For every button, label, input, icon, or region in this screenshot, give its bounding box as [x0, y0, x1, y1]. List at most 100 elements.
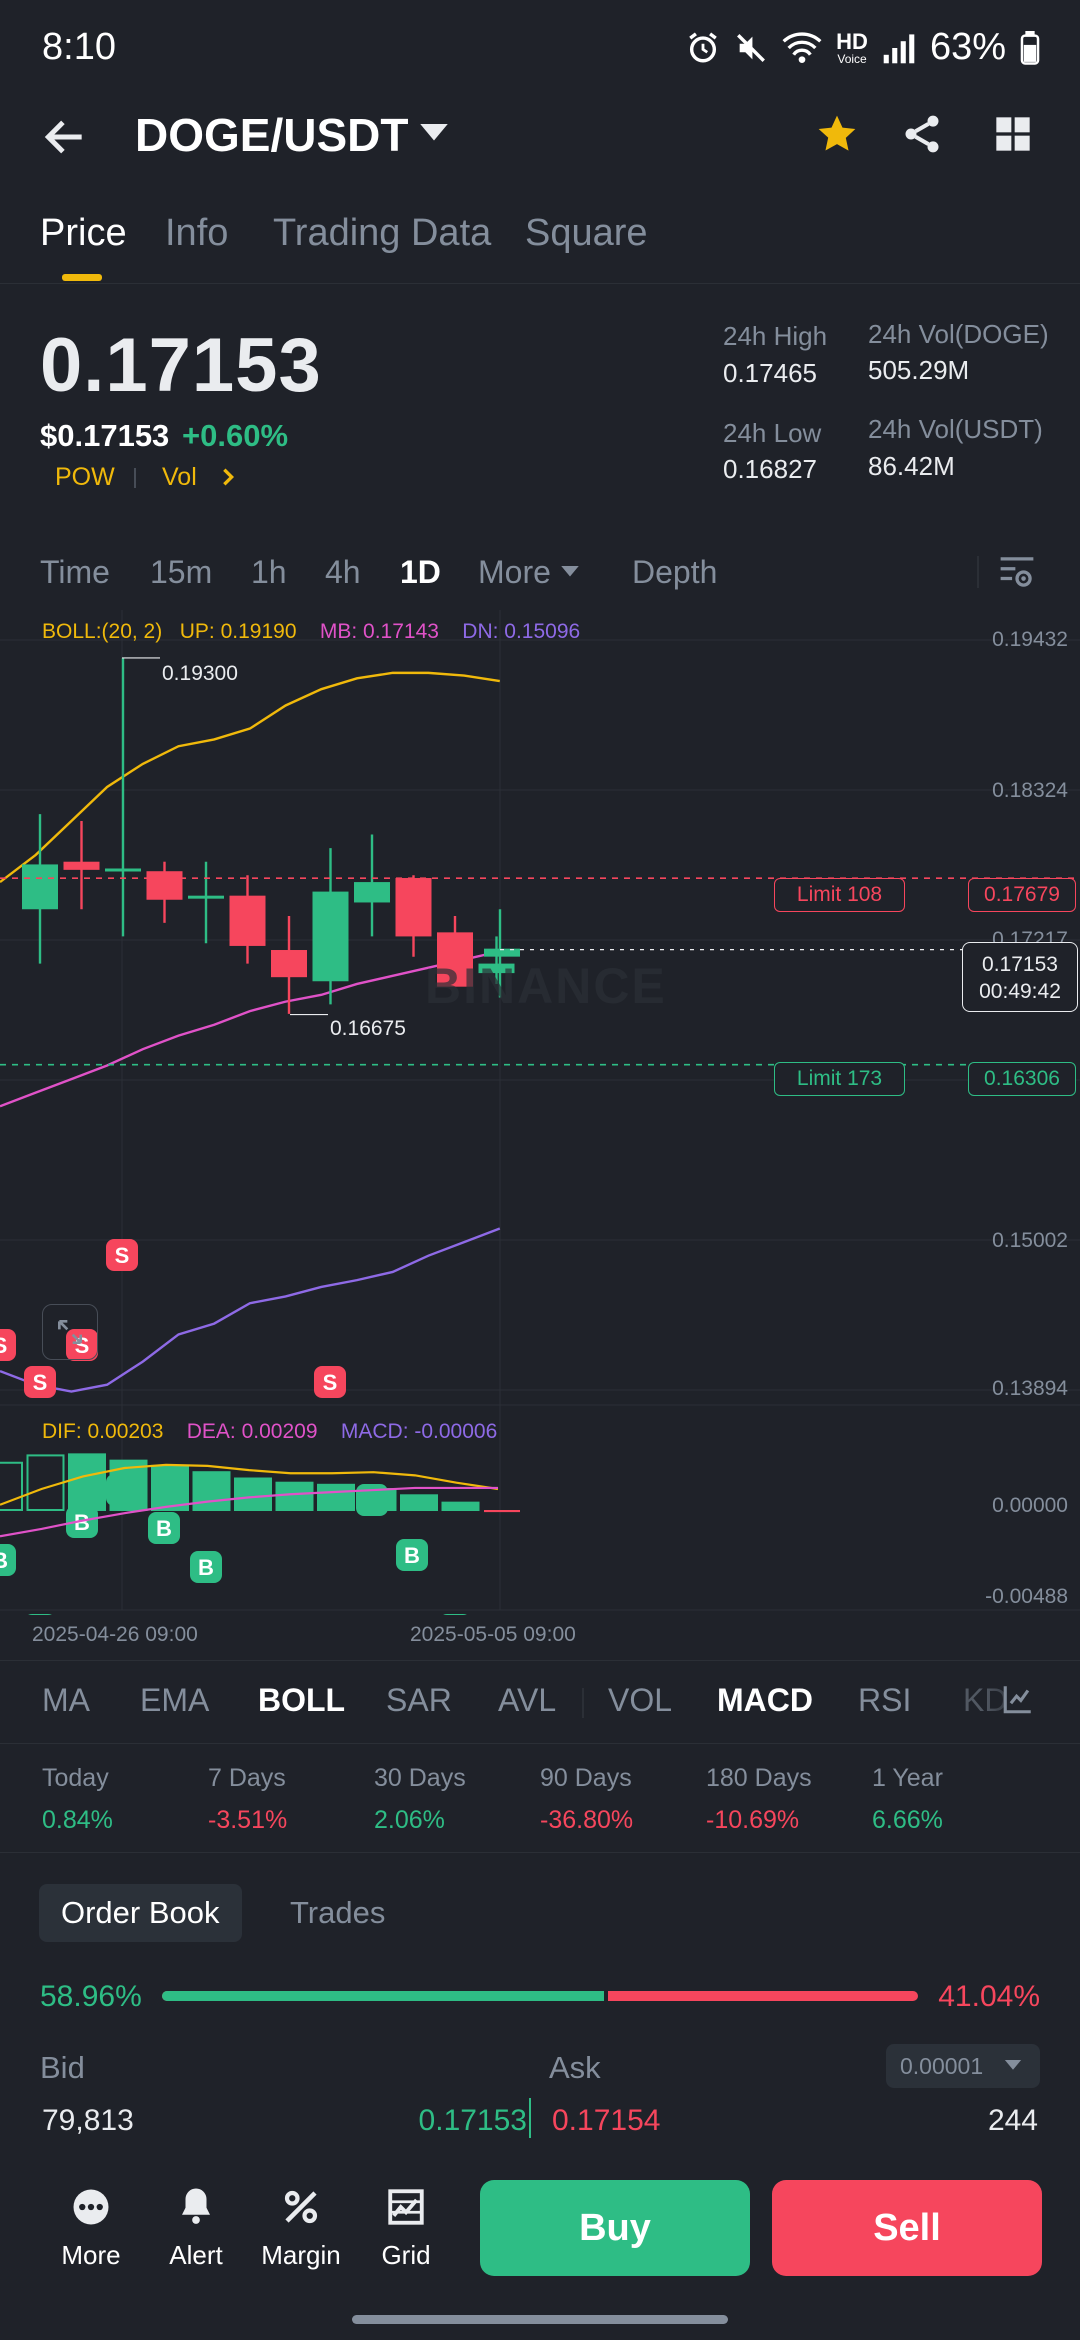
alert-bell-icon[interactable] [175, 2184, 217, 2228]
more-dropdown-icon[interactable] [561, 566, 579, 580]
bid-depth-bar [529, 2098, 531, 2138]
interval-1h[interactable]: 1h [251, 554, 287, 591]
pair-dropdown-icon[interactable] [420, 124, 448, 146]
share-icon[interactable] [900, 112, 944, 156]
boll-mb: MB: 0.17143 [319, 620, 439, 643]
active-tab-indicator [62, 274, 102, 281]
battery-icon [1020, 30, 1040, 65]
buy-marker-2-label: B [156, 1516, 172, 1541]
indicator-rsi[interactable]: RSI [858, 1682, 911, 1719]
candle-body [22, 864, 58, 910]
indicator-macd[interactable]: MACD [717, 1682, 813, 1719]
binance-watermark: BINANCE [425, 958, 667, 1014]
candle-body [312, 891, 349, 982]
macd-bar [275, 1481, 314, 1512]
x-tick-2: 2025-05-05 09:00 [410, 1623, 576, 1646]
limit-buy-order[interactable]: Limit 173 [774, 1062, 905, 1096]
interval-1d[interactable]: 1D [400, 554, 441, 591]
indicator-ma[interactable]: MA [42, 1682, 90, 1719]
macd-bar [68, 1453, 106, 1511]
indicator-boll[interactable]: BOLL [258, 1682, 345, 1719]
stat-vol-quote-label: 24h Vol(USDT) [868, 414, 1043, 444]
macd-tick-0: 0.00000 [992, 1494, 1068, 1517]
interval-4h[interactable]: 4h [325, 554, 361, 591]
tab-order-book[interactable]: Order Book [39, 1884, 242, 1942]
ask-header: Ask [549, 2050, 601, 2085]
tag-divider [134, 468, 136, 488]
status-bar: 8:10 HD Voice 63% [0, 0, 1080, 100]
macd-bar [317, 1483, 355, 1511]
limit-sell-order[interactable]: Limit 108 [774, 878, 905, 912]
bid-header: Bid [40, 2050, 85, 2085]
perf-1y-value: 6.66% [872, 1806, 943, 1834]
tab-trading-data[interactable]: Trading Data [273, 212, 491, 255]
ask-price[interactable]: 0.17154 [552, 2104, 660, 2138]
nav-more[interactable]: More [36, 2240, 146, 2271]
interval-more[interactable]: More [478, 554, 551, 591]
last-price: 0.17153 [40, 323, 322, 408]
nav-margin[interactable]: Margin [246, 2240, 356, 2271]
boll-line-up [0, 671, 500, 884]
expand-chart-button[interactable] [42, 1304, 98, 1360]
bid-ask-ratio-bar [162, 1991, 918, 2001]
bid-ratio: 58.96% [40, 1980, 142, 2013]
indicator-vol[interactable]: VOL [608, 1682, 672, 1719]
candle-body [188, 895, 224, 899]
chevron-right-icon[interactable] [218, 466, 238, 488]
favorite-star-icon[interactable] [815, 112, 859, 156]
macd-bar [26, 1454, 65, 1512]
buy-marker-8-bg [443, 1614, 467, 1615]
sell-marker-0: S [106, 1239, 138, 1271]
precision-selector[interactable]: 0.00001 [886, 2044, 1040, 2088]
tab-info[interactable]: Info [165, 212, 228, 255]
macd-legend: DIF: 0.00203 DEA: 0.00209 MACD: -0.00006 [42, 1420, 497, 1444]
tag-vol[interactable]: Vol [162, 463, 197, 492]
indicator-avl[interactable]: AVL [498, 1682, 556, 1719]
stat-high: 0.17465 [723, 358, 817, 388]
limit-sell-price: 0.17679 [968, 878, 1076, 912]
grid-bot-icon[interactable] [385, 2186, 427, 2228]
usd-price: $0.17153 [40, 418, 170, 453]
interval-15m[interactable]: 15m [150, 554, 212, 591]
interval-time[interactable]: Time [40, 554, 110, 591]
pair-title[interactable]: DOGE/USDT [135, 108, 408, 162]
macd-bar [441, 1501, 480, 1512]
macd-dif: DIF: 0.00203 [42, 1420, 164, 1443]
stat-vol-quote: 86.42M [868, 451, 955, 481]
price-chart[interactable]: SSSSSBBBBBBBBBB [0, 610, 1080, 1615]
signal-icon [883, 33, 915, 63]
buy-marker-3: B [190, 1551, 222, 1583]
sell-marker-2-label: S [33, 1370, 48, 1395]
ask-ratio: 41.04% [938, 1980, 1040, 2013]
buy-button[interactable]: Buy [480, 2180, 750, 2276]
buy-marker-8: B [443, 1614, 467, 1615]
nav-grid[interactable]: Grid [351, 2240, 461, 2271]
macd-tick-1: -0.00488 [985, 1585, 1068, 1608]
tab-trades[interactable]: Trades [268, 1884, 407, 1942]
candle-body [354, 882, 390, 903]
sell-marker-3: S [314, 1366, 346, 1398]
sell-marker-2: S [24, 1366, 56, 1398]
indicator-settings-icon[interactable] [1001, 1682, 1035, 1716]
candle-body [146, 871, 183, 900]
more-icon[interactable] [70, 2186, 112, 2228]
price-change: +0.60% [182, 418, 289, 453]
chart-settings-icon[interactable] [997, 554, 1037, 590]
back-arrow-icon[interactable] [40, 112, 90, 162]
sell-button[interactable]: Sell [772, 2180, 1042, 2276]
perf-90d-value: -36.80% [540, 1806, 634, 1834]
ask-quantity: 244 [987, 2104, 1038, 2137]
margin-percent-icon[interactable] [280, 2186, 322, 2228]
layout-grid-icon[interactable] [993, 114, 1033, 154]
tab-square[interactable]: Square [525, 212, 648, 255]
indicator-ema[interactable]: EMA [140, 1682, 209, 1719]
tag-pow[interactable]: POW [55, 463, 115, 492]
bid-price[interactable]: 0.17153 [419, 2104, 527, 2138]
perf-30d-value: 2.06% [374, 1806, 445, 1834]
interval-depth[interactable]: Depth [632, 554, 717, 591]
indicator-sar[interactable]: SAR [386, 1682, 452, 1719]
tab-price[interactable]: Price [40, 212, 127, 255]
nav-alert[interactable]: Alert [141, 2240, 251, 2271]
sell-marker-3-label: S [323, 1370, 338, 1395]
perf-1y-label: 1 Year [872, 1764, 943, 1792]
